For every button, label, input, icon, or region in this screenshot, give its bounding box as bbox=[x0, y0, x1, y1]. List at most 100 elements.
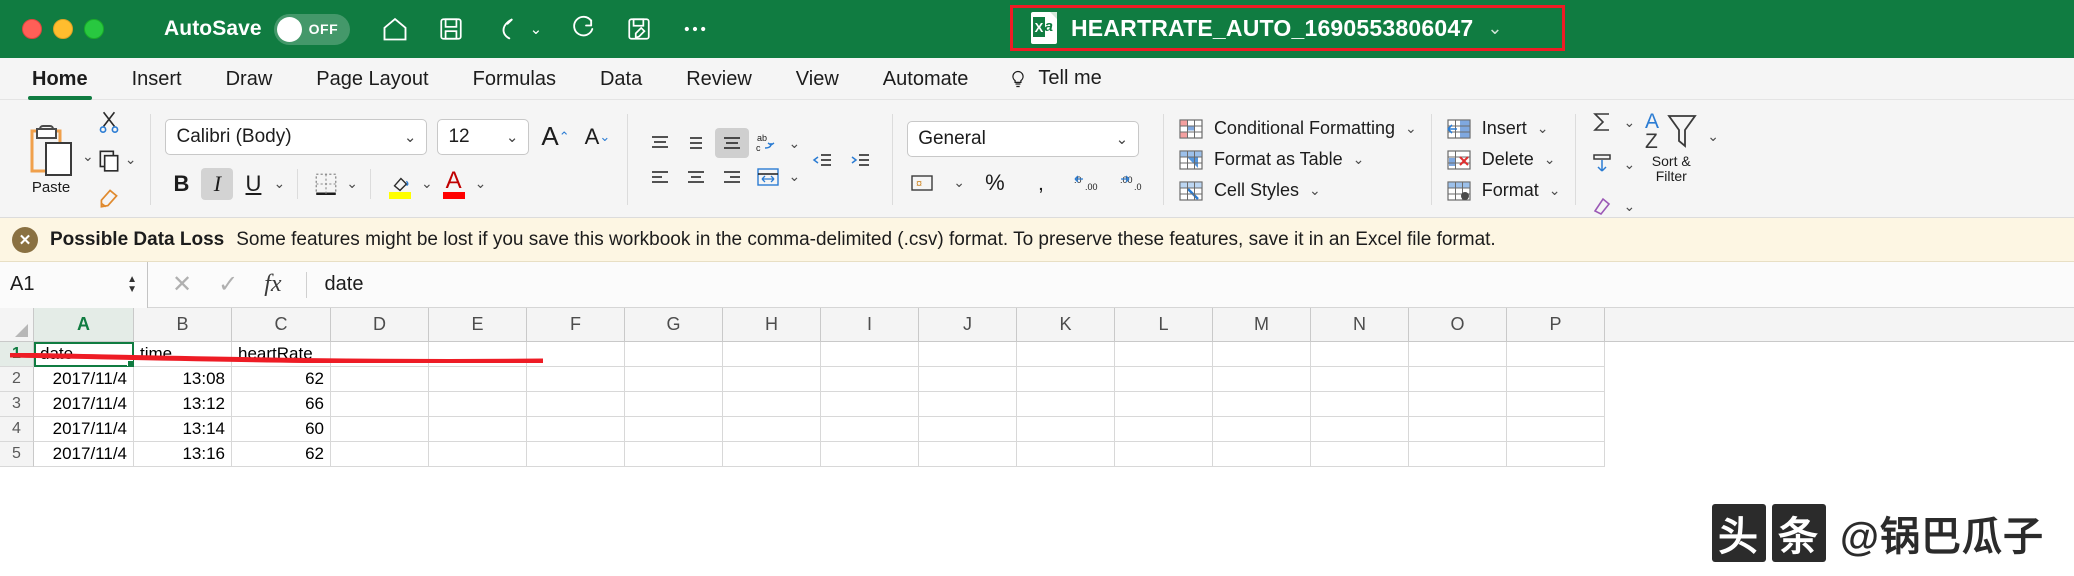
column-header-F[interactable]: F bbox=[527, 308, 625, 341]
paste-dropdown-icon[interactable]: ⌄ bbox=[82, 148, 94, 165]
cell-H5[interactable] bbox=[723, 442, 821, 467]
insert-cells-button[interactable]: Insert ⌄ bbox=[1446, 117, 1561, 141]
fill-color-dropdown-icon[interactable]: ⌄ bbox=[421, 175, 433, 192]
cell-M2[interactable] bbox=[1213, 367, 1311, 392]
cell-F4[interactable] bbox=[527, 417, 625, 442]
font-color-button[interactable]: A bbox=[437, 167, 471, 201]
cell-P2[interactable] bbox=[1507, 367, 1605, 392]
cell-L1[interactable] bbox=[1115, 342, 1213, 367]
minimize-window-button[interactable] bbox=[53, 19, 73, 39]
tab-draw[interactable]: Draw bbox=[204, 58, 295, 100]
chevron-down-icon[interactable]: ⌄ bbox=[1353, 151, 1365, 168]
sort-filter-dropdown-icon[interactable]: ⌄ bbox=[1707, 128, 1719, 145]
close-icon[interactable]: ✕ bbox=[12, 226, 38, 253]
cell-G4[interactable] bbox=[625, 417, 723, 442]
column-header-K[interactable]: K bbox=[1017, 308, 1115, 341]
orientation-dropdown-icon[interactable]: ⌄ bbox=[788, 135, 800, 152]
cell-N4[interactable] bbox=[1311, 417, 1409, 442]
column-header-D[interactable]: D bbox=[331, 308, 429, 341]
fx-icon[interactable]: fx bbox=[264, 271, 281, 298]
cell-B1[interactable]: time bbox=[134, 342, 232, 367]
more-icon[interactable] bbox=[680, 14, 710, 44]
format-as-table-button[interactable]: Format as Table ⌄ bbox=[1178, 148, 1417, 172]
cell-K2[interactable] bbox=[1017, 367, 1115, 392]
cell-K3[interactable] bbox=[1017, 392, 1115, 417]
cell-L5[interactable] bbox=[1115, 442, 1213, 467]
maximize-window-button[interactable] bbox=[84, 19, 104, 39]
tab-home[interactable]: Home bbox=[10, 58, 110, 100]
cell-P3[interactable] bbox=[1507, 392, 1605, 417]
tab-page-layout[interactable]: Page Layout bbox=[294, 58, 450, 100]
orientation-button[interactable]: ab c bbox=[751, 128, 785, 158]
cell-M5[interactable] bbox=[1213, 442, 1311, 467]
cut-button[interactable] bbox=[96, 106, 137, 138]
underline-dropdown-icon[interactable]: ⌄ bbox=[273, 175, 285, 192]
fill-dropdown-icon[interactable]: ⌄ bbox=[1624, 156, 1636, 173]
cell-I4[interactable] bbox=[821, 417, 919, 442]
cell-E3[interactable] bbox=[429, 392, 527, 417]
name-box[interactable]: A1 ▲ ▼ bbox=[0, 261, 148, 308]
row-header-4[interactable]: 4 bbox=[0, 417, 34, 442]
row-header-5[interactable]: 5 bbox=[0, 442, 34, 467]
decrease-decimal-button[interactable]: .0 .00 bbox=[1071, 167, 1103, 199]
column-header-B[interactable]: B bbox=[134, 308, 232, 341]
cell-M4[interactable] bbox=[1213, 417, 1311, 442]
save-icon[interactable] bbox=[436, 14, 466, 44]
align-middle-button[interactable] bbox=[679, 128, 713, 158]
tell-me-button[interactable]: Tell me bbox=[990, 67, 1119, 90]
chevron-down-icon[interactable]: ⌄ bbox=[1309, 182, 1321, 199]
column-header-O[interactable]: O bbox=[1409, 308, 1507, 341]
cell-P4[interactable] bbox=[1507, 417, 1605, 442]
font-size-select[interactable]: 12 ⌄ bbox=[437, 118, 530, 155]
cell-E4[interactable] bbox=[429, 417, 527, 442]
cell-E5[interactable] bbox=[429, 442, 527, 467]
increase-indent-button[interactable] bbox=[844, 145, 878, 175]
cell-B3[interactable]: 13:12 bbox=[134, 392, 232, 417]
cell-A1[interactable]: date bbox=[34, 342, 134, 367]
column-header-I[interactable]: I bbox=[821, 308, 919, 341]
cell-H1[interactable] bbox=[723, 342, 821, 367]
clear-button[interactable] bbox=[1586, 190, 1618, 222]
name-box-spinner[interactable]: ▲ ▼ bbox=[127, 274, 137, 294]
column-header-L[interactable]: L bbox=[1115, 308, 1213, 341]
chevron-down-icon[interactable]: ⌄ bbox=[1405, 120, 1417, 137]
decrease-font-size-button[interactable]: A ⌄ bbox=[581, 121, 613, 153]
cell-H3[interactable] bbox=[723, 392, 821, 417]
cell-N3[interactable] bbox=[1311, 392, 1409, 417]
align-top-button[interactable] bbox=[643, 128, 677, 158]
title-dropdown-icon[interactable]: ⌄ bbox=[1487, 18, 1502, 39]
row-header-2[interactable]: 2 bbox=[0, 367, 34, 392]
align-right-button[interactable] bbox=[715, 162, 749, 192]
cell-G2[interactable] bbox=[625, 367, 723, 392]
cell-D3[interactable] bbox=[331, 392, 429, 417]
cell-I2[interactable] bbox=[821, 367, 919, 392]
chevron-down-icon[interactable]: ⌄ bbox=[1549, 182, 1561, 199]
number-format-select[interactable]: General ⌄ bbox=[907, 120, 1140, 157]
cell-I3[interactable] bbox=[821, 392, 919, 417]
cell-A3[interactable]: 2017/11/4 bbox=[34, 392, 134, 417]
copy-dropdown-icon[interactable]: ⌄ bbox=[125, 151, 137, 168]
sort-filter-button[interactable]: A Z Sort & Filter bbox=[1643, 106, 1699, 185]
align-center-button[interactable] bbox=[679, 162, 713, 192]
format-cells-button[interactable]: Format ⌄ bbox=[1446, 179, 1561, 203]
cell-H2[interactable] bbox=[723, 367, 821, 392]
column-header-P[interactable]: P bbox=[1507, 308, 1605, 341]
autosave-toggle[interactable]: OFF bbox=[273, 13, 350, 45]
cell-M1[interactable] bbox=[1213, 342, 1311, 367]
copy-button[interactable]: ⌄ bbox=[96, 144, 137, 176]
cell-styles-button[interactable]: Cell Styles ⌄ bbox=[1178, 179, 1417, 203]
cell-I1[interactable] bbox=[821, 342, 919, 367]
cell-J3[interactable] bbox=[919, 392, 1017, 417]
cell-B5[interactable]: 13:16 bbox=[134, 442, 232, 467]
column-header-J[interactable]: J bbox=[919, 308, 1017, 341]
cell-A4[interactable]: 2017/11/4 bbox=[34, 417, 134, 442]
cell-N5[interactable] bbox=[1311, 442, 1409, 467]
cell-F1[interactable] bbox=[527, 342, 625, 367]
percent-style-button[interactable]: % bbox=[979, 167, 1011, 199]
clear-dropdown-icon[interactable]: ⌄ bbox=[1624, 198, 1636, 215]
cell-C2[interactable]: 62 bbox=[232, 367, 331, 392]
cell-O3[interactable] bbox=[1409, 392, 1507, 417]
tab-automate[interactable]: Automate bbox=[861, 58, 991, 100]
cell-O4[interactable] bbox=[1409, 417, 1507, 442]
cell-C3[interactable]: 66 bbox=[232, 392, 331, 417]
